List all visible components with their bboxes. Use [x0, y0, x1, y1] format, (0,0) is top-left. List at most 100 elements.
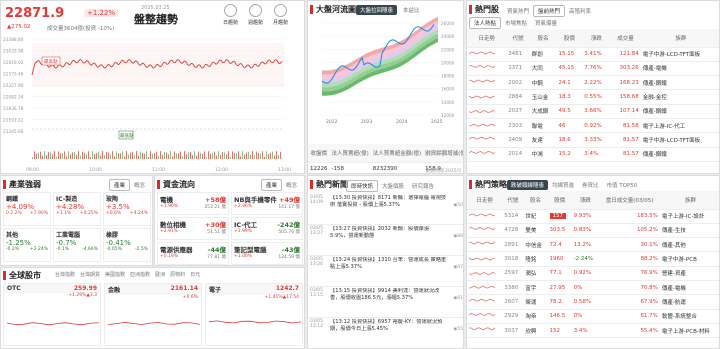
hotstock-tab-buying[interactable]: 買氣熱門: [503, 6, 533, 16]
fund-card[interactable]: IC-代工 -242億 +1.99% 505.76 億: [231, 217, 303, 240]
column-header[interactable]: 股價: [547, 191, 572, 210]
wave-tab-pe[interactable]: 本益比: [399, 5, 424, 15]
sector-card[interactable]: 鋼鐵 +4.09% 0.2.2% +7.90%: [3, 192, 51, 226]
wave-tab-pullback[interactable]: 大盤拉回隱患: [356, 5, 398, 15]
table-row[interactable]: 2027 大成鋼 49.5 3.66% 107.14 傳產-鋼鐵: [467, 104, 719, 119]
global-tab[interactable]: 日元: [188, 271, 202, 278]
global-tab[interactable]: 原物料: [168, 271, 187, 278]
stock-code[interactable]: 4728: [502, 223, 524, 239]
stock-code[interactable]: 2929: [502, 309, 524, 324]
hotstock-tab-premarket[interactable]: 盤前熱門: [533, 5, 566, 17]
sector-tab-concept[interactable]: 概念: [130, 180, 149, 190]
news-headline[interactable]: 【13:12 投資快訊】6957 裕慶-KY：營運狀況預期，股價今日上漲5.45…: [330, 319, 447, 347]
fund-card[interactable]: 筆記型電腦 -43億 +1.00% 124.59 億: [231, 242, 303, 265]
global-card[interactable]: 電子 1242.7 +1.41%▲17.54: [205, 283, 303, 346]
column-header[interactable]: 股價: [556, 29, 583, 48]
news-tab-research[interactable]: 研究報告: [408, 181, 438, 191]
column-header[interactable]: 股名: [529, 29, 557, 48]
daily-trend-button[interactable]: 日趨勢: [223, 4, 238, 26]
fund-card[interactable]: 數位相機 +30億 +2.91% 51.51 億: [157, 217, 229, 240]
global-tab[interactable]: 歐洲: [153, 271, 167, 278]
stock-code[interactable]: 3018: [502, 251, 524, 267]
stock-name[interactable]: 聯電: [529, 118, 557, 134]
table-row[interactable]: 2607 榮運 78.2 0.58% 67.9% 傳產-航運: [467, 294, 719, 310]
stock-code[interactable]: 2303: [506, 118, 530, 134]
stock-code[interactable]: 2014: [506, 147, 530, 162]
stock-name[interactable]: 欣興: [523, 323, 548, 339]
table-row[interactable]: 5314 世紀 157 9.93% 183.5% 電子上游-IC-設計: [467, 209, 719, 224]
global-tab[interactable]: 台灣期貨: [78, 271, 102, 278]
table-row[interactable]: 2303 聯電 46 0.92% 81.58 電子上游-IC-代工: [467, 118, 719, 134]
sector-card[interactable]: 其他 -1.25% -0.2% +2.24%: [3, 228, 51, 262]
table-row[interactable]: 2409 友達 18.6 3.33% 81.57 電子中游-LCD-TFT面板: [467, 132, 719, 148]
stock-code[interactable]: 5314: [502, 209, 524, 224]
hotstock-subtab-volume[interactable]: 買氣爆量: [531, 18, 561, 28]
stock-code[interactable]: 2891: [502, 237, 524, 253]
fund-card[interactable]: 電源供應器 -44億 +0.19% 77.81 億: [157, 242, 229, 265]
stock-code[interactable]: 3037: [502, 323, 524, 339]
table-row[interactable]: 2891 中信金 72.4 13.2% 30.1% 傳產-其他: [467, 237, 719, 253]
strategy-tab-ma[interactable]: 均線買進: [548, 180, 578, 190]
global-card[interactable]: OTC 259.99 +1.29%▲3.3: [3, 283, 101, 346]
fund-card[interactable]: NB與手機零件 +49億 +2.96% 141.17 億: [231, 192, 303, 215]
stock-code[interactable]: 2597: [502, 266, 524, 281]
hotstock-subtab-focus[interactable]: 市場焦點: [501, 18, 531, 28]
stock-name[interactable]: 榮運: [523, 294, 548, 310]
global-tab[interactable]: 台灣指數: [53, 271, 77, 278]
column-header[interactable]: 日走勢: [467, 191, 503, 210]
stock-code[interactable]: 2371: [506, 61, 530, 77]
column-header[interactable]: 股名: [523, 191, 548, 210]
table-row[interactable]: 2884 玉山金 18.3 0.55% 158.68 金融-金控: [467, 89, 719, 105]
stock-name[interactable]: 大成鋼: [529, 104, 557, 119]
column-header[interactable]: 當日成交量(03/05): [599, 191, 660, 210]
strategy-tab-top50[interactable]: 市值 TOP50: [603, 180, 642, 190]
news-headline[interactable]: 【13:24 投資快訊】1310 台苯：營運成長 策略重點上漲5.37%: [330, 257, 447, 285]
column-header[interactable]: 代號: [506, 29, 530, 48]
table-row[interactable]: 2002 中鋼 24.1 2.22% 168.23 傳產-鋼鐵: [467, 75, 719, 91]
weekly-trend-button[interactable]: 週趨勢: [248, 4, 263, 26]
stock-code[interactable]: 3481: [506, 47, 530, 62]
fund-tab-concept[interactable]: 概念: [282, 180, 301, 190]
column-header[interactable]: 成交量: [610, 29, 641, 48]
news-headline[interactable]: 【13:15 投資快訊】9914 美利達：營運狀況改善，股價收盤186.5元，漲…: [330, 288, 447, 316]
hotstock-subtab-inst[interactable]: 法人熱點: [469, 17, 502, 29]
stock-name[interactable]: 世紀: [523, 209, 548, 224]
stock-code[interactable]: 3380: [502, 280, 524, 296]
sector-card[interactable]: 橡膠 -0.41% -0.05% -2.5%: [103, 228, 151, 262]
stock-code[interactable]: 2607: [502, 294, 524, 310]
news-headline[interactable]: 【13:30 投資快訊】8171 新縣：選擇電腦 電視技術 落實投資 - 股價上…: [330, 195, 447, 223]
table-row[interactable]: 3380 富宇 27.95 0% 70.8% 傳產-電機: [467, 280, 719, 296]
news-tab-realtime[interactable]: 即時快訊: [346, 180, 379, 192]
stock-name[interactable]: 群創: [529, 47, 557, 62]
monthly-trend-button[interactable]: 月趨勢: [273, 4, 288, 26]
news-item[interactable]: 03/05 14:09 【13:30 投資快訊】8171 新縣：選擇電腦 電視技術 …: [308, 194, 463, 225]
table-row[interactable]: 2014 中鴻 15.2 3.4% 81.57 傳產-鋼鐵: [467, 147, 719, 162]
table-row[interactable]: 3481 群創 15.15 3.41% 121.84 電子中游-LCD-TFT面板: [467, 47, 719, 62]
news-item[interactable]: 03/05 13:27 【13:27 投資快訊】2032 新鋼：股價爆漲5.9%，營…: [308, 225, 463, 256]
global-tab[interactable]: 美國指數: [103, 271, 127, 278]
fund-tab-industry[interactable]: 產業: [260, 179, 282, 191]
table-row[interactable]: 2929 淘帝 146.5 0% 61.7% 軟體-系統整合: [467, 309, 719, 324]
stock-name[interactable]: 中鴻: [529, 147, 557, 162]
hotstock-tab-yield[interactable]: 高殖利率: [565, 6, 595, 16]
column-header[interactable]: 漲跌: [582, 29, 611, 48]
table-row[interactable]: 3018 隆銘 1960 -2.24% 88.2% 電子中游-PCB: [467, 251, 719, 267]
column-header[interactable]: 族群: [640, 29, 719, 48]
table-row[interactable]: 2597 潤弘 77.1 0.92% 76.9% 營建-資產: [467, 266, 719, 281]
news-item[interactable]: 03/05 13:12 【13:12 投資快訊】6957 裕慶-KY：營運狀況預期，…: [308, 318, 463, 348]
table-row[interactable]: 4728 雙美 303.5 0.83% 105.2% 傳產-生技: [467, 223, 719, 239]
column-header[interactable]: 代號: [502, 191, 524, 210]
sector-card[interactable]: 工業電腦 -0.7% -0.1% -4.66%: [53, 228, 101, 262]
stock-name[interactable]: 隆銘: [523, 251, 548, 267]
stock-name[interactable]: 中信金: [523, 237, 548, 253]
global-card[interactable]: 金融 2161.14 +0.6%: [104, 283, 202, 346]
stock-code[interactable]: 2002: [506, 75, 530, 91]
table-row[interactable]: 3037 欣興 152 3.4% 55.4% 電子上游-PCB-材料: [467, 323, 719, 339]
stock-code[interactable]: 2027: [506, 104, 530, 119]
news-headline[interactable]: 【13:27 投資快訊】2032 新鋼：股價爆漲5.9%，營運新動態: [330, 226, 447, 254]
news-item[interactable]: 03/05 13:15 【13:15 投資快訊】9914 美利達：營運狀況改善，股價…: [308, 287, 463, 318]
stock-name[interactable]: 大同: [529, 61, 557, 77]
sector-card[interactable]: IC-製造 +4.28% +1.1% +0.25%: [53, 192, 101, 226]
stock-code[interactable]: 2409: [506, 132, 530, 148]
stock-name[interactable]: 富宇: [523, 280, 548, 296]
